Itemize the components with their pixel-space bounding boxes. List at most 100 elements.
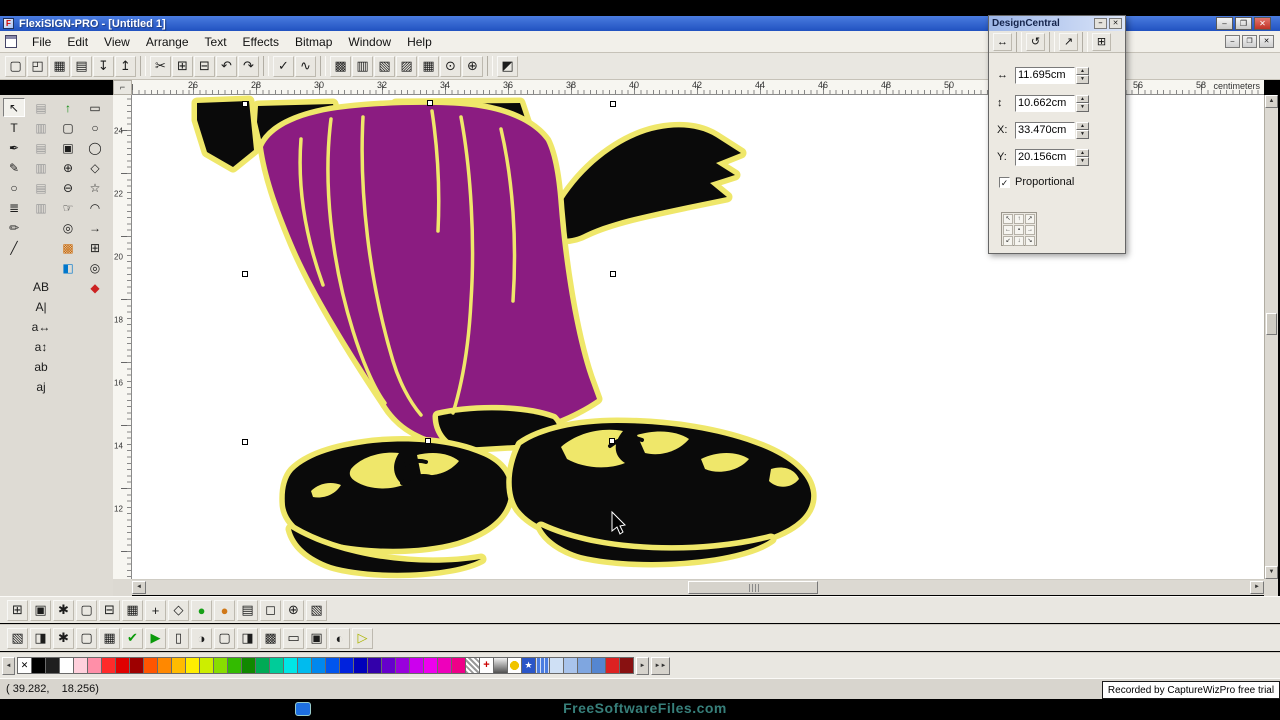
rotate-mode[interactable]: ↺ — [1026, 32, 1045, 51]
color-swatch[interactable]: + — [479, 657, 494, 674]
design-central-rollup-button[interactable]: – — [1094, 18, 1107, 29]
color-swatch-tool[interactable]: ◧ — [57, 258, 79, 277]
rectangle-tool[interactable]: ▭ — [84, 98, 106, 117]
mdi-minimize-button[interactable]: – — [1225, 35, 1240, 48]
resize-mode[interactable]: ↔ — [993, 32, 1012, 51]
ellipse-tool[interactable]: ○ — [3, 178, 25, 197]
reference-point[interactable]: ↙ — [1003, 236, 1013, 246]
spacing-custom[interactable]: ▥ — [30, 198, 52, 217]
selection-handle[interactable] — [609, 438, 615, 444]
open-file[interactable]: ◰ — [27, 55, 48, 77]
selection-handle[interactable] — [242, 439, 248, 445]
preview[interactable]: ⊙ — [440, 55, 461, 77]
hatch-fill[interactable]: ▧ — [306, 599, 327, 621]
grid-setup[interactable]: ▦ — [99, 627, 120, 649]
color-swatch[interactable] — [423, 657, 438, 674]
color-swatch[interactable] — [227, 657, 242, 674]
width-spinner[interactable]: ▲ ▼ — [1076, 66, 1089, 84]
proportional-checkbox[interactable]: ✓ — [999, 176, 1010, 188]
zoom-to-page[interactable]: ◎ — [57, 218, 79, 237]
import[interactable]: ↧ — [93, 55, 114, 77]
color-swatch[interactable]: ✕ — [17, 657, 32, 674]
kerning-ab[interactable]: AB — [30, 277, 52, 296]
reference-point[interactable]: ▪ — [1014, 225, 1024, 235]
fill-swatches[interactable]: ▩ — [57, 238, 79, 257]
color-swatch[interactable] — [171, 657, 186, 674]
snap-toggle[interactable]: ▧ — [374, 55, 395, 77]
scroll-up-button[interactable]: ▲ — [1265, 95, 1278, 108]
maximize-button[interactable]: ❐ — [1235, 17, 1252, 30]
dense-grid[interactable]: ▩ — [260, 627, 281, 649]
reference-point[interactable]: ↗ — [1025, 214, 1035, 224]
reference-point[interactable]: → — [1025, 225, 1035, 235]
align-horizontal[interactable]: ▤ — [30, 98, 52, 117]
color-swatch[interactable] — [213, 657, 228, 674]
pattern-tool[interactable]: ≣ — [3, 198, 25, 217]
reference-point[interactable]: ↓ — [1014, 236, 1024, 246]
knife-tool[interactable]: ╱ — [3, 238, 25, 257]
grid-toggle[interactable]: ▦ — [122, 599, 143, 621]
arrow-shape-tool[interactable]: → — [84, 218, 106, 237]
menu-file[interactable]: File — [24, 33, 59, 51]
status-orange[interactable]: ● — [214, 599, 235, 621]
mdi-close-button[interactable]: ✕ — [1259, 35, 1274, 48]
spacing-even[interactable]: ▤ — [30, 178, 52, 197]
menu-text[interactable]: Text — [197, 33, 235, 51]
tracking-vertical[interactable]: a↕ — [30, 337, 52, 356]
export[interactable]: ↥ — [115, 55, 136, 77]
horizontal-scroll-thumb[interactable] — [688, 581, 818, 594]
menu-bitmap[interactable]: Bitmap — [287, 33, 340, 51]
show-fills[interactable]: ▦ — [418, 55, 439, 77]
palette-scroll-right-button[interactable]: ► — [636, 656, 649, 675]
color-swatch[interactable] — [437, 657, 452, 674]
measure[interactable]: ∿ — [295, 55, 316, 77]
script-pair[interactable]: aj — [30, 377, 52, 396]
color-swatch[interactable] — [45, 657, 60, 674]
reference-point[interactable]: ← — [1003, 225, 1013, 235]
color-swatch[interactable] — [31, 657, 46, 674]
text-tool[interactable]: T — [3, 118, 25, 137]
pan-hand-tool[interactable]: ☞ — [57, 198, 79, 217]
sparkle-effect[interactable]: ✱ — [53, 627, 74, 649]
spell-check[interactable]: ✓ — [273, 55, 294, 77]
color-swatch[interactable] — [143, 657, 158, 674]
confirm-check[interactable]: ✔ — [122, 627, 143, 649]
kerning-cursor[interactable]: A| — [30, 297, 52, 316]
height-spinner[interactable]: ▲ ▼ — [1076, 94, 1089, 112]
y-spinner[interactable]: ▲ ▼ — [1076, 148, 1089, 166]
color-swatch[interactable] — [73, 657, 88, 674]
reference-point-grid[interactable]: ↖ ↑ ↗ ← ▪ → ↙ ↓ ↘ — [1001, 212, 1037, 246]
oval-tool[interactable]: ○ — [84, 118, 106, 137]
half-circle-tool[interactable]: ◐ — [329, 627, 350, 649]
menu-arrange[interactable]: Arrange — [138, 33, 197, 51]
star-tool[interactable]: ☆ — [84, 178, 106, 197]
x-position-input[interactable] — [1015, 121, 1075, 139]
color-swatch[interactable] — [563, 657, 578, 674]
selection-handle[interactable] — [242, 101, 248, 107]
ruler-origin-corner[interactable]: ⌐ — [113, 80, 132, 95]
menu-edit[interactable]: Edit — [59, 33, 96, 51]
page-view[interactable]: ▢ — [57, 118, 79, 137]
color-swatch[interactable] — [409, 657, 424, 674]
bar-object[interactable]: ▭ — [283, 627, 304, 649]
yellow-arrow[interactable]: ▷ — [352, 627, 373, 649]
menu-effects[interactable]: Effects — [235, 33, 287, 51]
arc-tool[interactable]: ◠ — [84, 198, 106, 217]
color-swatch[interactable] — [591, 657, 606, 674]
registration-mark-tool[interactable]: ◎ — [84, 258, 106, 277]
width-input[interactable] — [1015, 66, 1075, 84]
pen-tool[interactable]: ✏ — [3, 218, 25, 237]
color-swatch[interactable] — [115, 657, 130, 674]
page-setup[interactable]: ▢ — [76, 627, 97, 649]
color-swatch[interactable] — [157, 657, 172, 674]
diamond-tool[interactable]: ◆ — [84, 278, 106, 297]
align-vertical[interactable]: ▥ — [30, 118, 52, 137]
rows-view[interactable]: ▤ — [237, 599, 258, 621]
distort-mode[interactable]: ⊞ — [1092, 32, 1111, 51]
color-swatch[interactable] — [451, 657, 466, 674]
zoom-out-tool[interactable]: ⊖ — [57, 178, 79, 197]
filled-object[interactable]: ▣ — [306, 627, 327, 649]
color-swatch[interactable] — [325, 657, 340, 674]
menu-window[interactable]: Window — [340, 33, 399, 51]
menu-view[interactable]: View — [96, 33, 138, 51]
